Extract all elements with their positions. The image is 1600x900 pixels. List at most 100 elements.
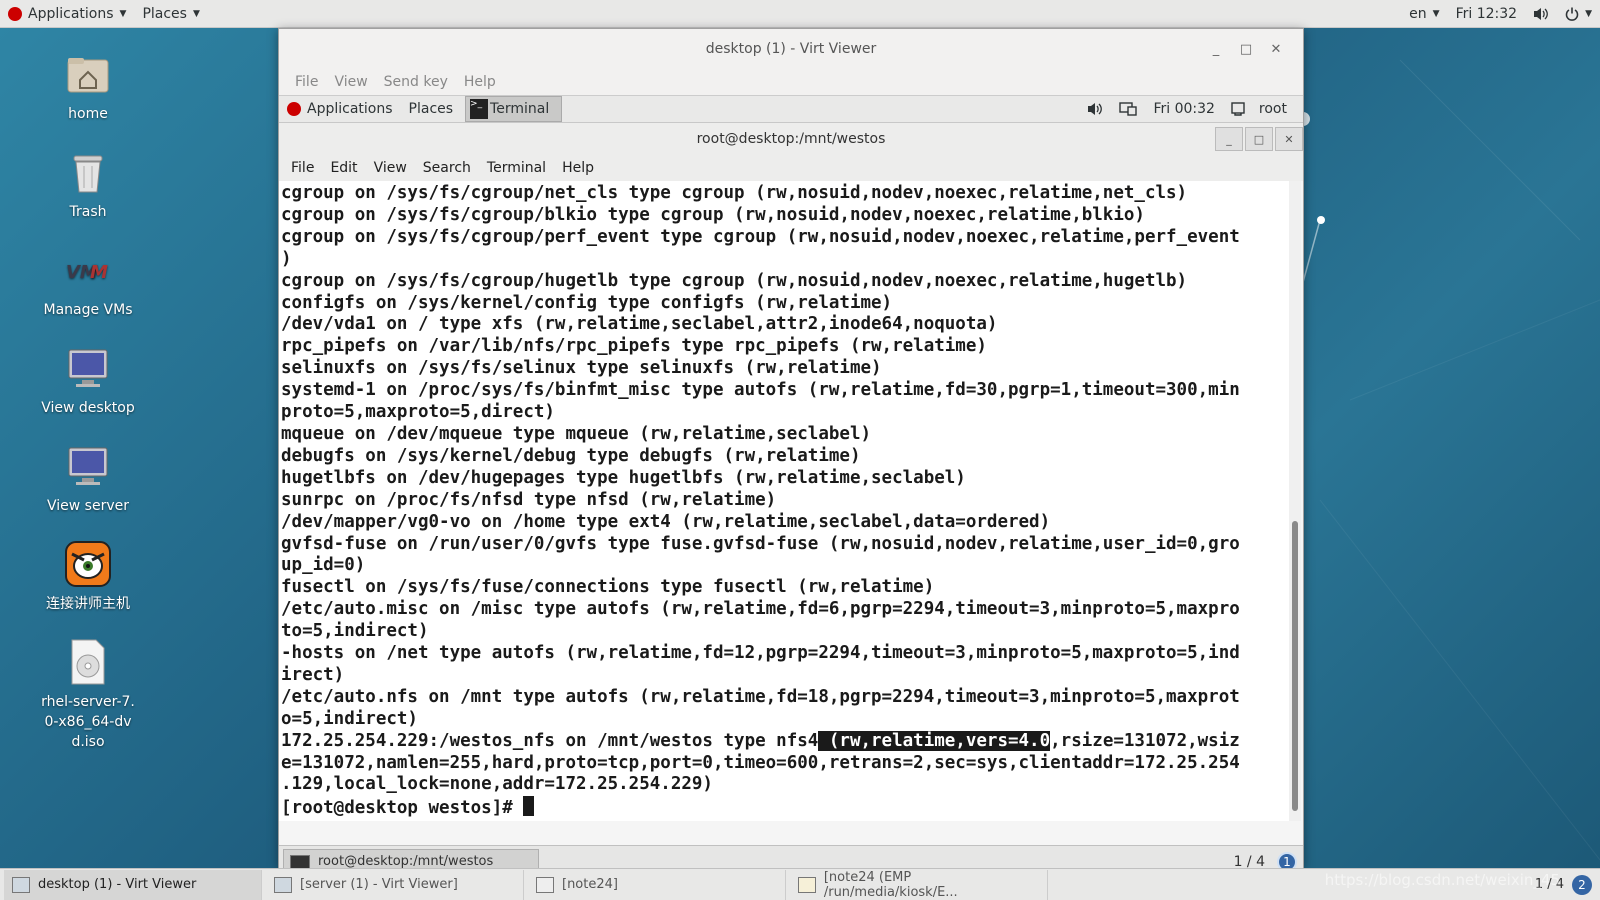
language-indicator[interactable]: en ▼	[1401, 6, 1447, 22]
disc-image-icon	[64, 638, 112, 686]
terminal-scrollbar[interactable]	[1289, 181, 1301, 821]
terminal-line: up_id=0)	[281, 555, 366, 576]
terminal-line: configfs on /sys/kernel/config type conf…	[281, 292, 893, 313]
terminal-line: o=5,indirect)	[281, 708, 418, 729]
maximize-icon[interactable]: □	[1245, 127, 1273, 151]
guest-user-menu[interactable]: root	[1223, 101, 1303, 117]
menu-help[interactable]: Help	[554, 160, 602, 176]
host-task-label: [server (1) - Virt Viewer]	[300, 877, 458, 892]
host-clock[interactable]: Fri 12:32	[1448, 6, 1525, 22]
guest-places-menu[interactable]: Places	[401, 95, 462, 123]
desktop-icon-view-desktop[interactable]: View desktop	[8, 344, 168, 418]
terminal-output[interactable]: cgroup on /sys/fs/cgroup/net_cls type cg…	[279, 181, 1289, 821]
menu-view[interactable]: View	[326, 74, 375, 90]
terminal-line: cgroup on /sys/fs/cgroup/net_cls type cg…	[281, 183, 1188, 203]
network-icon[interactable]	[1111, 102, 1145, 116]
host-task-label: desktop (1) - Virt Viewer	[38, 877, 197, 892]
menu-view[interactable]: View	[366, 160, 415, 176]
text-cursor	[523, 796, 535, 817]
terminal-menubar: File Edit View Search Terminal Help	[279, 155, 1303, 181]
desktop-icon-manage-vms[interactable]: VM M Manage VMs	[8, 246, 168, 320]
terminal-icon	[290, 854, 310, 869]
desktop-icon-rhel-iso[interactable]: rhel-server-7.0-x86_64-dvd.iso	[8, 638, 168, 752]
terminal-line: hugetlbfs on /dev/hugepages type hugetlb…	[281, 467, 966, 488]
volume-icon[interactable]	[1079, 102, 1111, 116]
chevron-down-icon: ▼	[1432, 8, 1440, 19]
close-icon[interactable]: ✕	[1261, 42, 1291, 57]
terminal-line: rpc_pipefs on /var/lib/nfs/rpc_pipefs ty…	[281, 336, 987, 357]
virt-viewer-window: desktop (1) - Virt Viewer _ □ ✕ File Vie…	[278, 28, 1304, 877]
terminal-line: /etc/auto.misc on /misc type autofs (rw,…	[281, 599, 1240, 620]
desktop-icon-connect-teacher[interactable]: 连接讲师主机	[8, 540, 168, 614]
guest-window-task-label: root@desktop:/mnt/westos	[318, 854, 494, 869]
host-places-menu[interactable]: Places ▼	[134, 0, 207, 28]
guest-terminal-task[interactable]: >_ Terminal	[465, 96, 563, 122]
monitor-icon	[12, 876, 30, 893]
terminal-window: root@desktop:/mnt/westos _ □ ✕ File Edit…	[279, 123, 1303, 845]
text-editor-icon	[798, 876, 816, 893]
terminal-line: irect)	[281, 664, 345, 685]
shell-prompt: [root@desktop westos]#	[281, 798, 524, 819]
volume-icon[interactable]	[1525, 7, 1557, 21]
desktop-icon-label: View desktop	[41, 400, 135, 416]
desktop-icon-label: home	[68, 106, 108, 122]
desktop-icon-label: 连接讲师主机	[46, 596, 130, 612]
menu-help[interactable]: Help	[456, 74, 504, 90]
menu-edit[interactable]: Edit	[322, 160, 365, 176]
host-task-server-viewer[interactable]: [server (1) - Virt Viewer]	[266, 869, 524, 900]
desktop-icon-home[interactable]: home	[8, 50, 168, 124]
language-label: en	[1409, 5, 1427, 22]
menu-send-key[interactable]: Send key	[376, 74, 456, 90]
close-icon[interactable]: ✕	[1275, 127, 1303, 151]
minimize-icon[interactable]: _	[1215, 127, 1243, 151]
terminal-line-nfs: 172.25.254.229:/westos_nfs on /mnt/westo…	[281, 730, 1287, 753]
desktop-icon-trash[interactable]: Trash	[8, 148, 168, 222]
guest-terminal-task-label: Terminal	[490, 101, 550, 117]
menu-terminal[interactable]: Terminal	[479, 160, 554, 176]
host-task-note24[interactable]: [note24]	[528, 869, 786, 900]
host-task-label: [note24]	[562, 877, 618, 892]
guest-applications-label: Applications	[307, 101, 393, 117]
desktop-icon-label: View server	[47, 498, 129, 514]
host-task-desktop-viewer[interactable]: desktop (1) - Virt Viewer	[4, 869, 262, 900]
virt-viewer-titlebar[interactable]: desktop (1) - Virt Viewer _ □ ✕	[279, 29, 1303, 69]
redhat-icon	[287, 102, 301, 116]
terminal-titlebar[interactable]: root@desktop:/mnt/westos _ □ ✕	[279, 123, 1303, 155]
terminal-line: )	[281, 248, 292, 269]
desktop-icon-view-server[interactable]: View server	[8, 442, 168, 516]
menu-search[interactable]: Search	[415, 160, 479, 176]
terminal-text: ,rsize=131072,wsiz	[1050, 730, 1240, 751]
terminal-text: 172.25.254.229:/westos_nfs on /mnt/westo…	[281, 730, 819, 751]
monitor-icon	[64, 344, 112, 392]
power-icon[interactable]: ▼	[1557, 7, 1600, 21]
terminal-line: cgroup on /sys/fs/cgroup/perf_event type…	[281, 226, 1240, 247]
terminal-line: cgroup on /sys/fs/cgroup/blkio type cgro…	[281, 204, 1145, 225]
terminal-line: /dev/vda1 on / type xfs (rw,relatime,sec…	[281, 314, 998, 335]
guest-applications-menu[interactable]: Applications	[279, 95, 401, 123]
monitor-icon	[274, 876, 292, 893]
maximize-icon[interactable]: □	[1231, 42, 1261, 57]
virt-viewer-title: desktop (1) - Virt Viewer	[705, 41, 877, 57]
minimize-icon[interactable]: _	[1201, 42, 1231, 57]
chevron-down-icon: ▼	[192, 8, 200, 19]
home-folder-icon	[64, 50, 112, 98]
menu-file[interactable]: File	[283, 160, 322, 176]
remote-desktop-icon	[64, 540, 112, 588]
host-task-note24-editor[interactable]: [note24 (EMP /run/media/kiosk/E...	[790, 869, 1048, 900]
terminal-line: to=5,indirect)	[281, 621, 429, 642]
host-applications-menu[interactable]: Applications ▼	[0, 0, 134, 28]
virt-viewer-menubar: File View Send key Help	[279, 69, 1303, 95]
menu-file[interactable]: File	[287, 74, 326, 90]
guest-clock[interactable]: Fri 00:32	[1145, 101, 1222, 117]
terminal-line: .129,local_lock=none,addr=172.25.254.229…	[281, 774, 713, 795]
terminal-prompt-line[interactable]: [root@desktop westos]#	[281, 796, 1287, 820]
desktop-icon-label: rhel-server-7.0-x86_64-dvd.iso	[41, 694, 135, 750]
notification-badge[interactable]: 2	[1572, 874, 1592, 895]
virt-manager-icon: VM M	[64, 246, 112, 294]
scrollbar-thumb[interactable]	[1292, 521, 1298, 811]
terminal-icon: >_	[470, 99, 489, 119]
terminal-line: mqueue on /dev/mqueue type mqueue (rw,re…	[281, 423, 872, 444]
terminal-line: e=131072,namlen=255,hard,proto=tcp,port=…	[281, 752, 1240, 773]
terminal-selection[interactable]: (rw,relatime,vers=4.0	[818, 730, 1051, 751]
user-icon	[1231, 102, 1245, 116]
